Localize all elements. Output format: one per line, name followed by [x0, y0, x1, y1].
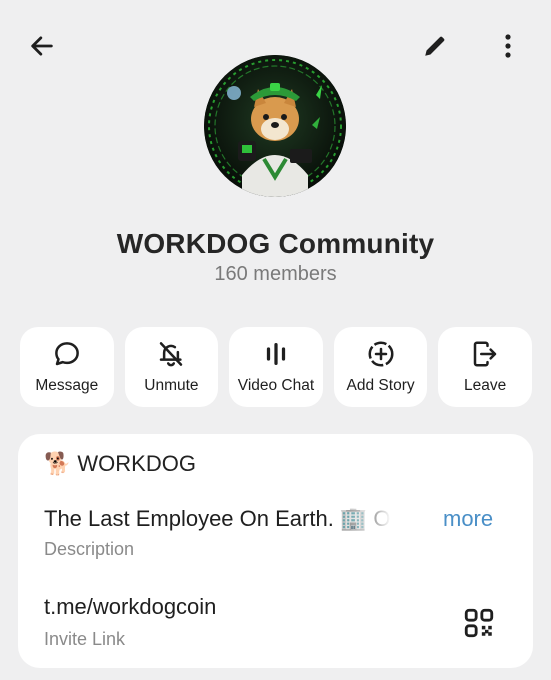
shiba-dog-avatar-image	[204, 55, 346, 197]
pencil-icon	[425, 36, 445, 56]
message-label: Message	[35, 377, 99, 394]
leave-label: Leave	[464, 377, 507, 394]
story-plus-icon	[368, 341, 394, 367]
edit-button[interactable]	[413, 24, 457, 68]
member-count: 160 members	[214, 263, 337, 285]
video-chat-label: Video Chat	[237, 377, 315, 394]
voice-bars-icon	[266, 343, 286, 365]
invite-link-label: Invite Link	[44, 629, 126, 649]
group-info-card: 🐕 WORKDOG The Last Employee On Earth. 🏢 …	[18, 434, 533, 668]
add-story-label: Add Story	[346, 377, 415, 394]
group-name: WORKDOG	[77, 451, 196, 476]
add-story-button[interactable]: Add Story	[333, 327, 428, 407]
description-text: The Last Employee On Earth. 🏢 O	[44, 506, 391, 531]
unmute-label: Unmute	[144, 377, 199, 394]
more-options-button[interactable]	[486, 24, 530, 68]
video-chat-button[interactable]: Video Chat	[229, 327, 323, 407]
group-avatar[interactable]	[204, 55, 346, 197]
leave-icon	[473, 341, 497, 367]
qr-code-icon	[464, 608, 494, 638]
arrow-left-icon	[31, 36, 53, 56]
chat-bubble-icon	[54, 342, 79, 366]
dog-emoji-icon: 🐕	[44, 451, 72, 476]
invite-link[interactable]: t.me/workdogcoin	[44, 594, 216, 620]
description-label: Description	[44, 539, 135, 559]
back-button[interactable]	[20, 24, 64, 68]
qr-code-button[interactable]	[462, 606, 496, 640]
bell-off-icon	[160, 342, 183, 367]
leave-button[interactable]: Leave	[438, 327, 532, 407]
action-bar: Message Unmute Video Chat Add Story Leav…	[20, 327, 532, 407]
message-button[interactable]: Message	[20, 327, 114, 407]
group-name-row: 🐕 WORKDOG	[44, 451, 196, 477]
more-vertical-icon	[505, 34, 511, 58]
group-title: WORKDOG Community	[116, 228, 435, 259]
more-link[interactable]: more	[443, 506, 493, 532]
unmute-button[interactable]: Unmute	[124, 327, 219, 407]
